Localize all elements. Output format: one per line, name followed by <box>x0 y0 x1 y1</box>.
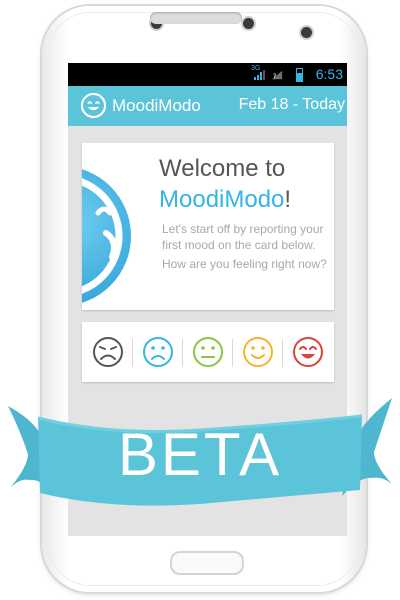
big-smiley-icon <box>82 169 131 303</box>
welcome-text-1: Let's start off by reporting your first … <box>162 222 324 252</box>
beta-label: BETA <box>117 421 283 488</box>
mood-divider <box>232 339 233 367</box>
front-camera-icon <box>301 27 312 38</box>
welcome-message: Let's start off by reporting your first … <box>162 221 334 275</box>
very-sad-face-icon[interactable] <box>92 336 124 368</box>
status-time: 6:53 <box>315 66 343 82</box>
status-bar: 3G ? 6:53 <box>68 63 347 86</box>
smiley-logo-icon[interactable] <box>80 92 107 119</box>
welcome-title: Welcome to <box>159 155 286 182</box>
mood-picker-card <box>82 322 334 382</box>
welcome-app-name: MoodiModo! <box>159 186 291 214</box>
app-action-bar: MoodiModo Feb 18 - Today <box>68 86 347 126</box>
light-sensor-icon <box>243 18 254 29</box>
svg-text:?: ? <box>273 72 277 80</box>
earpiece-speaker <box>150 12 242 24</box>
neutral-face-icon[interactable] <box>192 336 224 368</box>
sad-face-icon[interactable] <box>142 336 174 368</box>
wifi-signal-icon: ? <box>271 70 283 80</box>
very-happy-face-icon[interactable] <box>292 336 324 368</box>
happy-face-icon[interactable] <box>242 336 274 368</box>
mood-divider <box>132 339 133 367</box>
welcome-card: Welcome to MoodiModo! Let's start off by… <box>82 143 334 310</box>
welcome-app-name-text: MoodiModo <box>159 186 285 213</box>
signal-strength-icon <box>254 70 265 80</box>
welcome-exclamation: ! <box>284 186 292 213</box>
battery-icon <box>296 68 303 82</box>
home-button[interactable] <box>170 551 244 575</box>
mood-divider <box>182 339 183 367</box>
app-title: MoodiModo <box>112 96 201 115</box>
mood-divider <box>282 339 283 367</box>
date-selector[interactable]: Feb 18 - Today <box>239 96 345 114</box>
welcome-text-2: How are you feeling right now? <box>162 257 327 271</box>
